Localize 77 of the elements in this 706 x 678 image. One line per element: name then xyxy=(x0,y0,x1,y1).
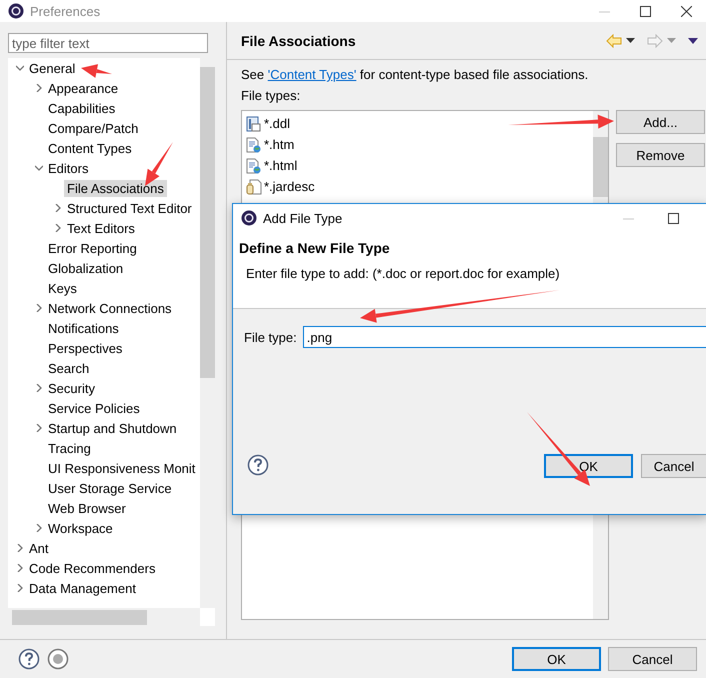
tree-item[interactable]: Tracing xyxy=(45,440,94,456)
tree-item[interactable]: Service Policies xyxy=(45,400,143,416)
tree-item[interactable]: File Associations xyxy=(64,180,167,196)
tree-item[interactable]: Editors xyxy=(45,160,92,176)
list-item[interactable]: *.html xyxy=(264,158,298,173)
dropdown-caret-icon[interactable] xyxy=(626,38,635,43)
jar-file-icon xyxy=(246,178,262,194)
tree-item[interactable]: UI Responsiveness Monit xyxy=(45,460,198,476)
add-button[interactable]: Add... xyxy=(616,110,705,134)
chevron-right-icon[interactable] xyxy=(35,424,43,432)
maximize-icon[interactable] xyxy=(640,6,651,16)
tree-item[interactable]: Structured Text Editor xyxy=(64,200,195,216)
tree-item[interactable]: General xyxy=(26,60,78,76)
filter-field[interactable]: type filter text xyxy=(8,33,208,53)
chevron-right-icon[interactable] xyxy=(54,224,62,232)
web-file-icon xyxy=(246,158,262,174)
record-icon[interactable] xyxy=(47,648,69,670)
tree-item[interactable]: Error Reporting xyxy=(45,240,140,256)
chevron-right-icon[interactable] xyxy=(16,564,24,572)
tree-item[interactable]: Web Browser xyxy=(45,500,129,516)
help-icon[interactable] xyxy=(18,648,40,670)
chevron-right-icon[interactable] xyxy=(16,544,24,552)
ok-button[interactable]: OK xyxy=(512,647,601,671)
close-icon[interactable] xyxy=(681,6,692,16)
window-title: Preferences xyxy=(30,4,102,18)
tree-item[interactable]: Startup and Shutdown xyxy=(45,420,180,436)
chevron-right-icon[interactable] xyxy=(54,204,62,212)
chevron-right-icon[interactable] xyxy=(35,384,43,392)
dialog-description: Enter file type to add: (*.doc or report.doc for example) xyxy=(245,266,561,281)
tree-item[interactable]: User Storage Service xyxy=(45,480,175,496)
tree-item[interactable]: Globalization xyxy=(45,260,126,276)
file-type-label: File type: xyxy=(244,330,297,344)
intro-text: See 'Content Types' for content-type based file associations. xyxy=(241,67,590,82)
file-icon xyxy=(246,116,262,132)
file-types-label: File types: xyxy=(241,88,302,103)
view-menu-icon[interactable] xyxy=(688,38,698,44)
vertical-scrollbar[interactable] xyxy=(200,58,215,608)
maximize-icon[interactable] xyxy=(668,212,679,224)
chevron-right-icon[interactable] xyxy=(35,84,43,92)
tree-item[interactable]: Appearance xyxy=(45,80,122,96)
app-logo-icon xyxy=(241,210,257,226)
page-title: File Associations xyxy=(241,32,357,48)
list-item[interactable]: *.ddl xyxy=(264,116,290,131)
tree-item[interactable]: Code Recommenders xyxy=(26,560,158,576)
cancel-button[interactable]: Cancel xyxy=(641,454,706,478)
tree-item[interactable]: Compare/Patch xyxy=(45,120,142,136)
tree-item[interactable]: Workspace xyxy=(45,520,116,536)
content-types-link[interactable]: 'Content Types' xyxy=(268,67,356,82)
app-logo-icon xyxy=(8,3,24,19)
dialog-title: Add File Type xyxy=(263,210,344,226)
list-item[interactable]: *.jardesc xyxy=(264,179,315,194)
tree-item[interactable]: Search xyxy=(45,360,92,376)
tree-item[interactable]: Text Editors xyxy=(64,220,138,236)
ok-button[interactable]: OK xyxy=(544,454,633,478)
chevron-down-icon[interactable] xyxy=(35,164,43,172)
dialog-heading: Define a New File Type xyxy=(239,240,391,256)
help-icon[interactable] xyxy=(247,454,269,476)
list-item[interactable]: *.htm xyxy=(264,137,294,152)
tree-item[interactable]: Data Management xyxy=(26,580,139,596)
web-file-icon xyxy=(246,136,262,152)
tree-item[interactable]: Content Types xyxy=(45,140,135,156)
chevron-right-icon[interactable] xyxy=(35,524,43,532)
file-type-field[interactable]: .png xyxy=(302,326,706,348)
chevron-down-icon[interactable] xyxy=(16,64,24,72)
tree-item[interactable]: Network Connections xyxy=(45,300,175,316)
arrow-annotation xyxy=(81,64,112,78)
tree-item[interactable]: Perspectives xyxy=(45,340,126,356)
tree-item[interactable]: Capabilities xyxy=(45,100,118,116)
horizontal-scrollbar[interactable] xyxy=(8,608,200,626)
tree-item[interactable]: Ant xyxy=(26,540,52,556)
remove-button[interactable]: Remove xyxy=(616,143,705,167)
chevron-right-icon[interactable] xyxy=(16,584,24,592)
tree-item[interactable]: Keys xyxy=(45,280,80,296)
tree-item[interactable]: Security xyxy=(45,380,98,396)
chevron-right-icon[interactable] xyxy=(35,304,43,312)
cancel-button[interactable]: Cancel xyxy=(608,647,697,671)
tree-item[interactable]: Notifications xyxy=(45,320,122,336)
